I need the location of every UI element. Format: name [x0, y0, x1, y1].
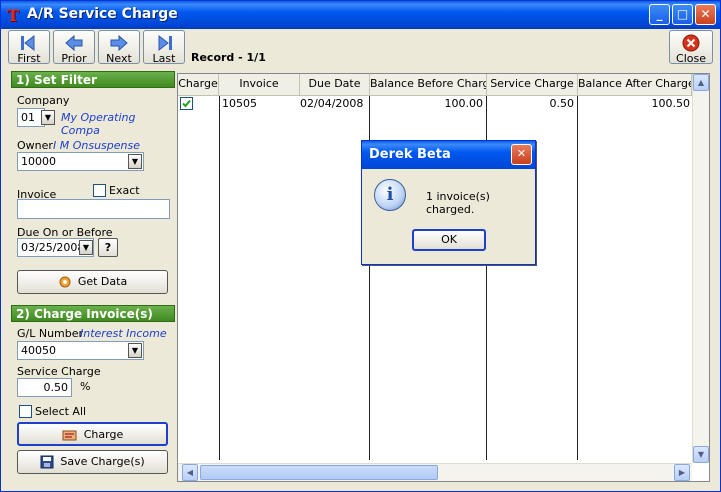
gl-number-value: 40050 — [21, 344, 56, 357]
service-charge-label: Service Charge — [17, 365, 101, 378]
owner-value: 10000 — [21, 155, 56, 168]
prior-arrow-icon — [54, 33, 94, 53]
window-title: A/R Service Charge — [27, 6, 178, 22]
close-icon — [670, 33, 712, 53]
service-charge-input[interactable]: 0.50 — [17, 378, 72, 397]
owner-label: Owner — [17, 139, 53, 152]
grid-divider — [219, 96, 220, 460]
last-button[interactable]: Last — [143, 30, 185, 64]
close-label: Close — [676, 52, 706, 65]
gl-number-field[interactable]: 40050 — [17, 341, 144, 360]
dialog-close-button[interactable]: ✕ — [511, 144, 532, 165]
company-name: My Operating Compa — [61, 111, 136, 137]
gl-account-name: Interest Income — [80, 327, 167, 340]
first-button[interactable]: First — [8, 30, 50, 64]
scroll-up-icon[interactable]: ▲ — [693, 74, 709, 91]
title-bar: T A/R Service Charge _ □ ✕ — [1, 1, 720, 29]
row-service-charge: 0.50 — [549, 97, 575, 110]
prior-label: Prior — [61, 52, 87, 65]
next-button[interactable]: Next — [98, 30, 140, 64]
message-dialog: Derek Beta ✕ i 1 invoice(s) charged. OK — [361, 140, 536, 265]
last-label: Last — [152, 52, 176, 65]
scroll-right-icon[interactable]: ▶ — [674, 464, 690, 481]
charge-invoices-header: 2) Charge Invoice(s) — [11, 305, 175, 322]
filter-panel: 1) Set Filter Company 01 ▼ My Operating … — [11, 71, 176, 481]
help-button[interactable]: ? — [98, 238, 118, 257]
col-header-balance-after[interactable]: Balance After Charge — [578, 74, 692, 96]
maximize-button[interactable]: □ — [672, 4, 693, 25]
row-balance-after: 100.50 — [651, 97, 691, 110]
info-icon: i — [374, 179, 406, 211]
scroll-down-icon[interactable]: ▼ — [693, 446, 709, 463]
minimize-button[interactable]: _ — [649, 4, 670, 25]
horizontal-scrollbar[interactable]: ◀ ▶ — [178, 463, 692, 481]
charge-label: Charge — [83, 428, 124, 441]
charge-icon — [62, 428, 78, 442]
ar-service-charge-window: T A/R Service Charge _ □ ✕ First Prior N… — [0, 0, 721, 492]
invoice-grid: Charge Invoice Due Date Balance Before C… — [177, 73, 710, 482]
row-balance-before: 100.00 — [444, 97, 484, 110]
due-date-value: 03/25/2008 — [21, 241, 85, 254]
save-disk-icon — [40, 455, 54, 469]
company-dropdown-button[interactable]: ▼ — [41, 110, 55, 125]
due-date-dropdown-button[interactable]: ▼ — [79, 240, 93, 255]
navigation-toolbar: First Prior Next Last Record - 1/1 Close — [1, 29, 720, 69]
dialog-message: 1 invoice(s) charged. — [426, 190, 490, 216]
first-arrow-icon — [9, 33, 49, 53]
owner-dropdown-button[interactable]: ▼ — [128, 154, 142, 169]
gl-number-label: G/L Number — [17, 327, 84, 340]
owner-field[interactable]: 10000 — [17, 152, 144, 171]
window-close-button[interactable]: ✕ — [695, 4, 716, 25]
company-value: 01 — [21, 111, 35, 124]
set-filter-header: 1) Set Filter — [11, 71, 175, 88]
company-label: Company — [17, 94, 70, 107]
record-counter: Record - 1/1 — [191, 51, 266, 64]
close-button[interactable]: Close — [669, 30, 713, 64]
select-all-checkbox[interactable] — [19, 405, 32, 418]
vertical-scrollbar[interactable]: ▲ ▼ — [692, 74, 709, 463]
next-arrow-icon — [99, 33, 139, 53]
get-data-label: Get Data — [77, 275, 128, 288]
exact-match-checkbox[interactable] — [93, 184, 106, 197]
invoice-input[interactable] — [17, 199, 170, 219]
select-all-label: Select All — [35, 405, 87, 418]
grid-divider — [577, 96, 578, 460]
horizontal-scroll-thumb[interactable] — [200, 465, 438, 480]
grid-header: Charge Invoice Due Date Balance Before C… — [178, 74, 692, 96]
owner-name: I M Onsuspense — [53, 139, 141, 152]
charge-button[interactable]: Charge — [17, 422, 168, 446]
ok-button[interactable]: OK — [412, 229, 486, 251]
service-charge-value: 0.50 — [43, 381, 69, 394]
scroll-left-icon[interactable]: ◀ — [182, 464, 198, 481]
col-header-service-charge[interactable]: Service Charge — [487, 74, 578, 96]
col-header-charge[interactable]: Charge — [178, 74, 219, 96]
percent-sign: % — [80, 380, 91, 393]
first-label: First — [17, 52, 41, 65]
last-arrow-icon — [144, 33, 184, 53]
col-header-invoice[interactable]: Invoice — [219, 74, 300, 96]
col-header-due-date[interactable]: Due Date — [300, 74, 370, 96]
get-data-icon — [58, 275, 72, 289]
row-invoice: 10505 — [222, 97, 257, 110]
get-data-button[interactable]: Get Data — [17, 270, 168, 294]
prior-button[interactable]: Prior — [53, 30, 95, 64]
gl-number-dropdown-button[interactable]: ▼ — [128, 343, 142, 358]
row-due-date: 02/04/2008 — [300, 97, 364, 110]
save-charges-button[interactable]: Save Charge(s) — [17, 450, 168, 474]
col-header-balance-before[interactable]: Balance Before Charge — [370, 74, 487, 96]
dialog-title: Derek Beta — [362, 141, 535, 169]
row-charge-checkbox[interactable] — [180, 97, 193, 113]
next-label: Next — [106, 52, 132, 65]
app-logo-icon: T — [7, 6, 19, 25]
save-charges-label: Save Charge(s) — [60, 455, 145, 468]
